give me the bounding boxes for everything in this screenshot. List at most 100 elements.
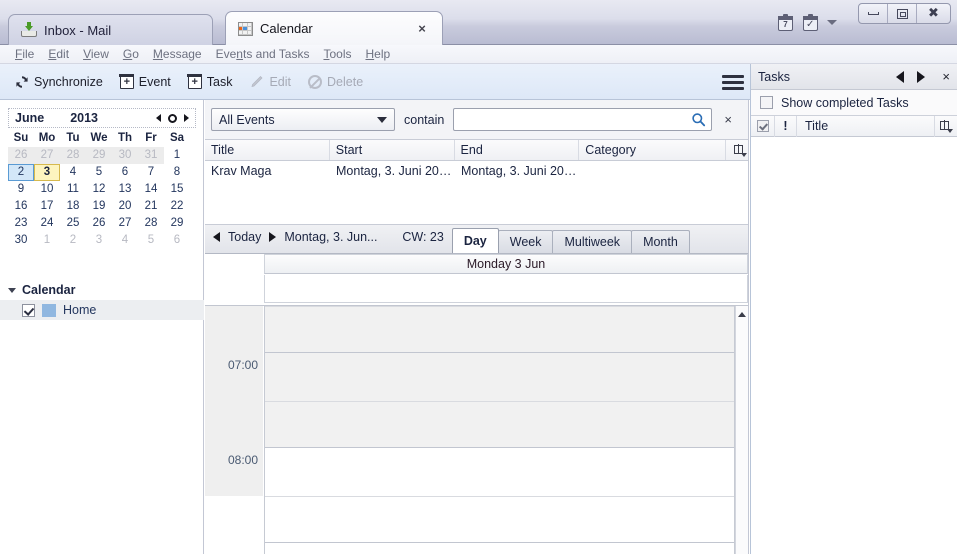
tab-day[interactable]: Day — [451, 228, 499, 253]
mini-calendar-day-23[interactable]: 23 — [8, 215, 34, 232]
mini-calendar-day-25[interactable]: 25 — [60, 215, 86, 232]
tab-multiweek[interactable]: Multiweek — [552, 230, 633, 253]
mini-calendar-day-26[interactable]: 26 — [86, 215, 112, 232]
all-day-area[interactable] — [264, 275, 748, 303]
mini-calendar-day-19[interactable]: 19 — [86, 198, 112, 215]
mini-calendar-day-27[interactable]: 27 — [34, 147, 60, 164]
mini-calendar-day-4[interactable]: 4 — [112, 232, 138, 249]
mini-calendar-day-9[interactable]: 9 — [8, 181, 34, 198]
calendar-home-checkbox[interactable] — [22, 303, 35, 317]
mini-calendar-day-28[interactable]: 28 — [138, 215, 164, 232]
tasks-close-icon[interactable]: × — [942, 69, 950, 84]
mini-calendar-day-6[interactable]: 6 — [112, 164, 138, 181]
menu-events-and-tasks[interactable]: Events and Tasks — [209, 46, 317, 62]
mini-calendar-day-27[interactable]: 27 — [112, 215, 138, 232]
mini-calendar-day-28[interactable]: 28 — [60, 147, 86, 164]
day-column[interactable] — [264, 306, 735, 554]
next-day-icon[interactable] — [269, 232, 277, 242]
close-button[interactable]: ✖ — [917, 4, 950, 23]
mini-calendar-month[interactable]: June — [15, 111, 44, 125]
mini-calendar-day-15[interactable]: 15 — [164, 181, 190, 198]
mini-calendar-day-17[interactable]: 17 — [34, 198, 60, 215]
mini-calendar-day-30[interactable]: 30 — [112, 147, 138, 164]
scroll-up-icon[interactable] — [738, 312, 746, 317]
mini-calendar-day-24[interactable]: 24 — [34, 215, 60, 232]
chevron-down-icon[interactable] — [827, 20, 837, 25]
mini-calendar-day-30[interactable]: 30 — [8, 232, 34, 249]
mini-calendar-day-26[interactable]: 26 — [8, 147, 34, 164]
mini-calendar-day-5[interactable]: 5 — [138, 232, 164, 249]
minimize-button[interactable] — [859, 4, 888, 23]
column-header-category[interactable]: Category — [579, 140, 727, 160]
mini-calendar-day-16[interactable]: 16 — [8, 198, 34, 215]
mini-calendar-day-5[interactable]: 5 — [86, 164, 112, 181]
search-input[interactable] — [460, 112, 706, 127]
tasks-list-body[interactable] — [751, 138, 957, 554]
menu-view[interactable]: View — [76, 46, 116, 62]
tasks-column-picker-icon[interactable] — [935, 116, 957, 137]
show-completed-tasks-row[interactable]: Show completed Tasks — [751, 90, 957, 116]
tasks-column-header-done[interactable] — [751, 115, 775, 137]
mini-calendar-day-1[interactable]: 1 — [164, 147, 190, 164]
mini-calendar-day-10[interactable]: 10 — [34, 181, 60, 198]
mini-calendar-day-6[interactable]: 6 — [164, 232, 190, 249]
mini-calendar-day-29[interactable]: 29 — [164, 215, 190, 232]
tab-month[interactable]: Month — [631, 230, 690, 253]
restore-button[interactable] — [888, 4, 917, 23]
mini-calendar-year[interactable]: 2013 — [70, 111, 98, 125]
mini-calendar-day-12[interactable]: 12 — [86, 181, 112, 198]
mini-calendar-day-11[interactable]: 11 — [60, 181, 86, 198]
menu-help[interactable]: Help — [358, 46, 397, 62]
mini-calendar-day-13[interactable]: 13 — [112, 181, 138, 198]
previous-month-icon[interactable] — [156, 114, 161, 122]
previous-day-icon[interactable] — [213, 232, 220, 242]
menu-go[interactable]: Go — [116, 46, 146, 62]
mini-calendar-day-2[interactable]: 2 — [60, 232, 86, 249]
mini-calendar-day-7[interactable]: 7 — [138, 164, 164, 181]
tasks-column-header-title[interactable]: Title — [797, 115, 935, 137]
day-view-day-header[interactable]: Monday 3 Jun — [264, 254, 748, 274]
mini-calendar-day-31[interactable]: 31 — [138, 147, 164, 164]
day-view-scrollbar[interactable] — [735, 306, 748, 554]
clear-search-icon[interactable]: × — [721, 112, 735, 127]
menu-tools[interactable]: Tools — [316, 46, 358, 62]
menu-edit[interactable]: Edit — [41, 46, 76, 62]
mini-calendar-day-3[interactable]: 3 — [34, 164, 60, 181]
menu-message[interactable]: Message — [146, 46, 209, 62]
tab-calendar[interactable]: Calendar × — [225, 11, 443, 45]
calendar-icon[interactable]: 7 — [777, 13, 795, 32]
today-button[interactable]: Today — [228, 230, 261, 244]
tasks-icon[interactable]: ✓ — [802, 13, 820, 32]
synchronize-button[interactable]: Synchronize — [8, 72, 110, 92]
today-circle-icon[interactable] — [168, 113, 177, 123]
mini-calendar-day-4[interactable]: 4 — [60, 164, 86, 181]
column-picker-icon[interactable] — [726, 140, 748, 160]
tasks-column-header-priority[interactable]: ! — [775, 115, 797, 137]
table-row[interactable]: Krav Maga Montag, 3. Juni 2013 ... Monta… — [205, 161, 748, 182]
tab-inbox-mail[interactable]: Inbox - Mail — [8, 14, 213, 45]
tab-week[interactable]: Week — [497, 230, 554, 253]
calendar-item-home[interactable]: Home — [0, 300, 204, 320]
column-header-start[interactable]: Start — [330, 140, 455, 160]
next-month-icon[interactable] — [184, 114, 189, 122]
event-scope-select[interactable]: All Events — [211, 108, 395, 131]
mini-calendar-day-3[interactable]: 3 — [86, 232, 112, 249]
column-header-end[interactable]: End — [455, 140, 580, 160]
mini-calendar-day-20[interactable]: 20 — [112, 198, 138, 215]
mini-calendar-day-22[interactable]: 22 — [164, 198, 190, 215]
tasks-next-icon[interactable] — [917, 70, 926, 83]
mini-calendar-day-21[interactable]: 21 — [138, 198, 164, 215]
calendar-list-header[interactable]: Calendar — [0, 280, 204, 300]
app-menu-icon[interactable] — [722, 73, 744, 91]
mini-calendar-day-8[interactable]: 8 — [164, 164, 190, 181]
mini-calendar-day-29[interactable]: 29 — [86, 147, 112, 164]
search-icon[interactable] — [691, 112, 706, 130]
mini-calendar-day-18[interactable]: 18 — [60, 198, 86, 215]
tab-close-icon[interactable]: × — [414, 21, 430, 36]
new-task-button[interactable]: Task — [181, 72, 240, 92]
mini-calendar-day-14[interactable]: 14 — [138, 181, 164, 198]
mini-calendar-day-1[interactable]: 1 — [34, 232, 60, 249]
mini-calendar-day-2[interactable]: 2 — [8, 164, 34, 181]
column-header-title[interactable]: Title — [205, 140, 330, 160]
event-search-box[interactable] — [453, 108, 713, 131]
